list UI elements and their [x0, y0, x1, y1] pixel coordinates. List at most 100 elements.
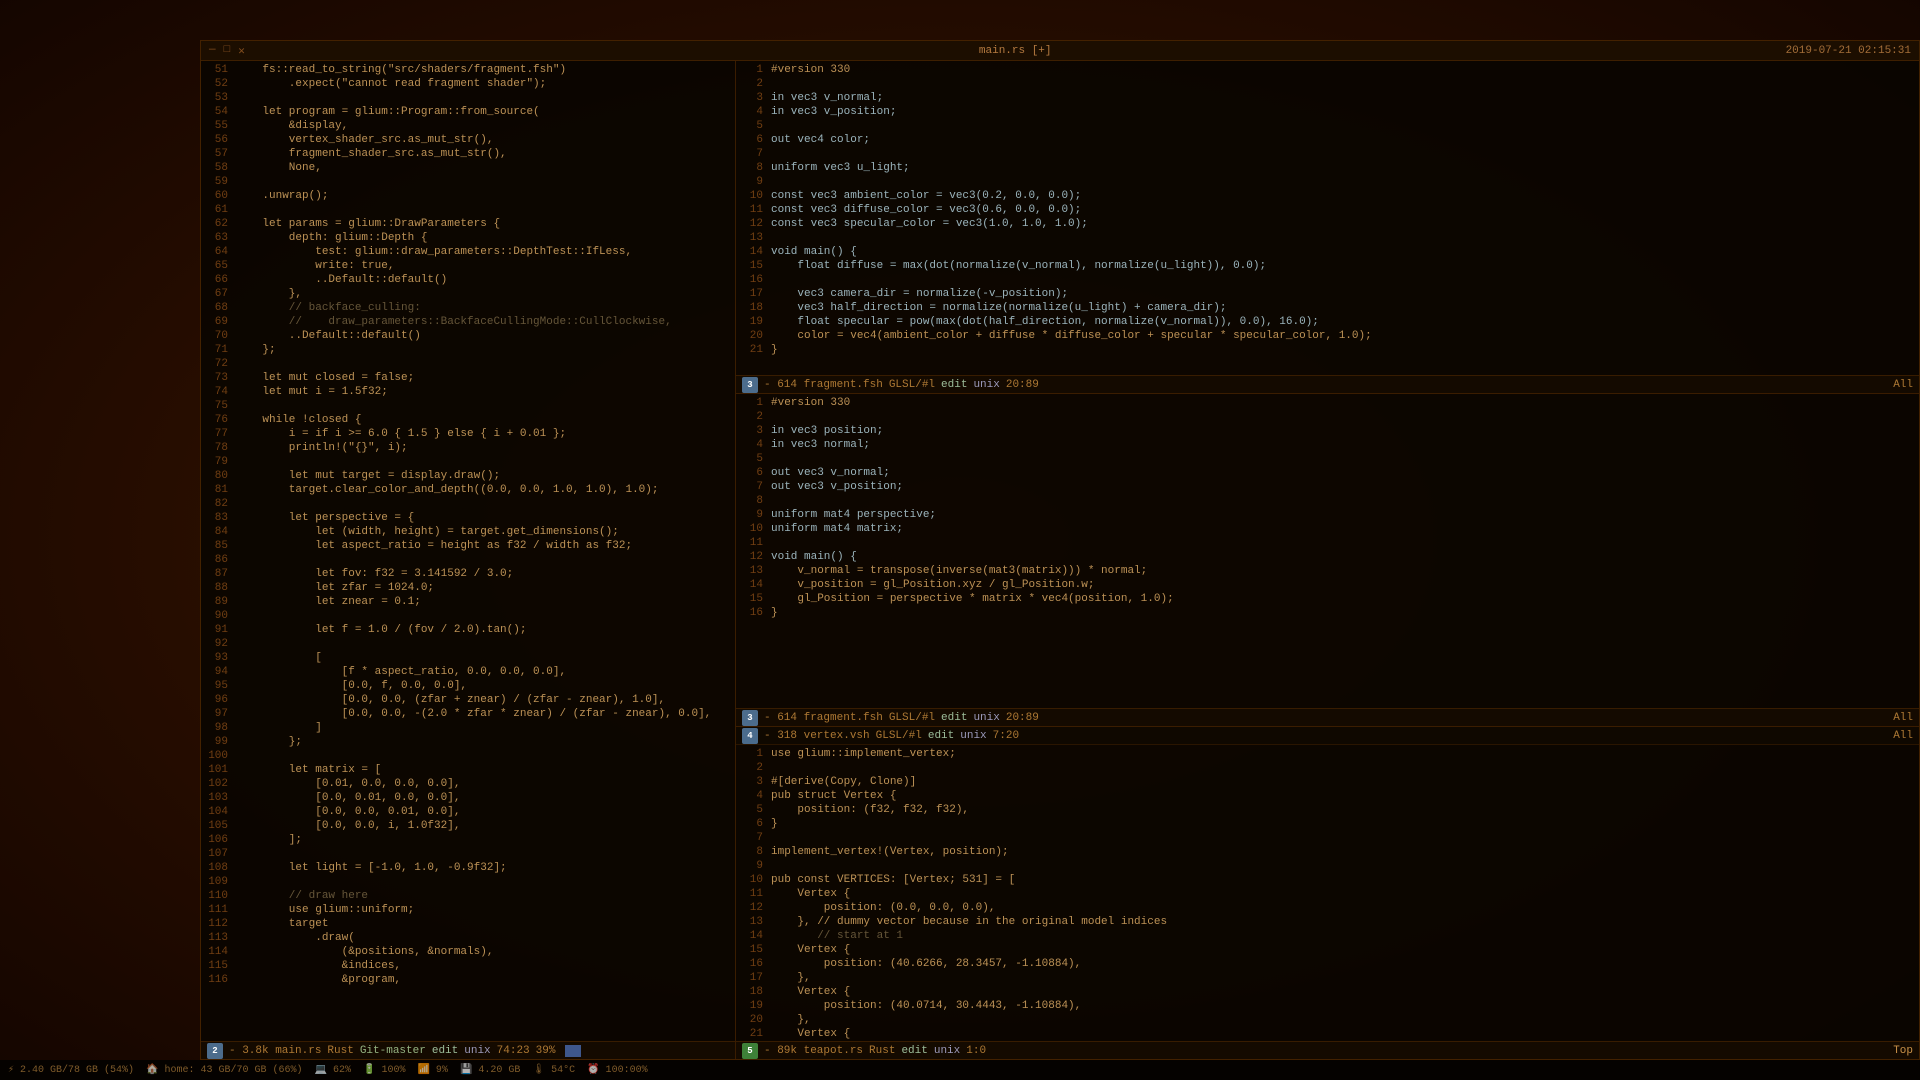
maximize-btn[interactable]: □ [224, 44, 231, 58]
code-line: 99 }; [201, 735, 735, 749]
line-content: in vec3 v_position; [771, 105, 896, 119]
code-line: 116 &program, [201, 973, 735, 987]
rm-file-info: - 614 fragment.fsh [764, 712, 883, 724]
code-line: 7 [736, 831, 1919, 845]
code-line: 73 let mut closed = false; [201, 371, 735, 385]
code-line: 13 v_normal = transpose(inverse(mat3(mat… [736, 564, 1919, 578]
code-line: 85 let aspect_ratio = height as f32 / wi… [201, 539, 735, 553]
code-line: 84 let (width, height) = target.get_dime… [201, 525, 735, 539]
sys-item-8: ⏰ 100:00% [587, 1064, 647, 1076]
line-content: }, [236, 287, 302, 301]
line-content: Vertex { [771, 1027, 850, 1041]
line-content: let perspective = { [236, 511, 414, 525]
code-line: 62 let params = glium::DrawParameters { [201, 217, 735, 231]
rb-mode: edit [928, 730, 954, 742]
line-content: use glium::implement_vertex; [771, 747, 956, 761]
code-line: 114 (&positions, &normals), [201, 945, 735, 959]
line-content: &indices, [236, 959, 401, 973]
window-title: main.rs [+] [979, 45, 1052, 57]
line-content: const vec3 diffuse_color = vec3(0.6, 0.0… [771, 203, 1081, 217]
code-line: 59 [201, 175, 735, 189]
vertex-vsh-code[interactable]: 1use glium::implement_vertex;23#[derive(… [736, 745, 1919, 1041]
sys-item-7: 🌡 54°C [532, 1064, 575, 1076]
code-line: 6out vec4 color; [736, 133, 1919, 147]
code-line: 76 while !closed { [201, 413, 735, 427]
code-line: 69 // draw_parameters::BackfaceCullingMo… [201, 315, 735, 329]
code-line: 110 // draw here [201, 889, 735, 903]
code-line: 74 let mut i = 1.5f32; [201, 385, 735, 399]
line-content: // draw here [236, 889, 368, 903]
line-content: pub const VERTICES: [Vertex; 531] = [ [771, 873, 1015, 887]
terminal-window: — □ ✕ main.rs [+] 2019-07-21 02:15:31 51… [200, 40, 1920, 1060]
code-line: 18 Vertex { [736, 985, 1919, 999]
line-content: [f * aspect_ratio, 0.0, 0.0, 0.0], [236, 665, 566, 679]
code-line: 3in vec3 v_normal; [736, 91, 1919, 105]
line-content: Vertex { [771, 985, 850, 999]
fragment-fsh-code-mid[interactable]: 1#version 33023in vec3 position;4in vec3… [736, 394, 1919, 708]
code-line: 4in vec3 v_position; [736, 105, 1919, 119]
code-line: 64 test: glium::draw_parameters::DepthTe… [201, 245, 735, 259]
line-content: Vertex { [771, 943, 850, 957]
code-line: 61 [201, 203, 735, 217]
code-line: 86 [201, 553, 735, 567]
pane-number-rm: 3 [742, 710, 758, 726]
pane-number-rb: 4 [742, 728, 758, 744]
line-content: }, [771, 971, 811, 985]
line-content: let mut target = display.draw(); [236, 469, 500, 483]
code-line: 9 [736, 859, 1919, 873]
right-top-status-bar: 3 - 614 fragment.fsh GLSL/#l edit unix 2… [736, 375, 1919, 393]
pane-number-rt: 3 [742, 377, 758, 393]
line-content: [0.0, 0.0, (zfar + znear) / (zfar - znea… [236, 693, 665, 707]
code-line: 5 [736, 452, 1919, 466]
code-line: 79 [201, 455, 735, 469]
code-line: 87 let fov: f32 = 3.141592 / 3.0; [201, 567, 735, 581]
left-encoding: unix [464, 1045, 490, 1057]
line-content: // draw_parameters::BackfaceCullingMode:… [236, 315, 672, 329]
right-top-pane: 1#version 33023in vec3 v_normal;4in vec3… [736, 61, 1919, 394]
rm-position: 20:89 [1006, 712, 1039, 724]
code-line: 1use glium::implement_vertex; [736, 747, 1919, 761]
code-line: 108 let light = [-1.0, 1.0, -0.9f32]; [201, 861, 735, 875]
line-content: write: true, [236, 259, 394, 273]
code-line: 16 position: (40.6266, 28.3457, -1.10884… [736, 957, 1919, 971]
rb-position: 7:20 [993, 730, 1019, 742]
line-content: // backface_culling: [236, 301, 421, 315]
code-line: 12const vec3 specular_color = vec3(1.0, … [736, 217, 1919, 231]
line-content: }, [771, 1013, 811, 1027]
code-line: 21 Vertex { [736, 1027, 1919, 1041]
fragment-fsh-code-top[interactable]: 1#version 33023in vec3 v_normal;4in vec3… [736, 61, 1919, 375]
rbb-mode: edit [901, 1045, 927, 1057]
rb-all: All [1893, 730, 1913, 742]
code-line: 11 Vertex { [736, 887, 1919, 901]
code-line: 52 .expect("cannot read fragment shader"… [201, 77, 735, 91]
line-content: target [236, 917, 328, 931]
main-rs-code[interactable]: 51 fs::read_to_string("src/shaders/fragm… [201, 61, 735, 1041]
code-line: 10pub const VERTICES: [Vertex; 531] = [ [736, 873, 1919, 887]
code-line: 10const vec3 ambient_color = vec3(0.2, 0… [736, 189, 1919, 203]
line-content: [0.0, 0.0, -(2.0 * zfar * znear) / (zfar… [236, 707, 711, 721]
sys-item-5: 📶 9% [417, 1064, 447, 1076]
line-content: i = if i >= 6.0 { 1.5 } else { i + 0.01 … [236, 427, 566, 441]
code-line: 55 &display, [201, 119, 735, 133]
line-content: } [771, 817, 778, 831]
rbb-file-info: - 89k teapot.rs [764, 1045, 863, 1057]
title-bar-controls: — □ ✕ [209, 44, 245, 58]
code-line: 12void main() { [736, 550, 1919, 564]
code-line: 65 write: true, [201, 259, 735, 273]
sys-item-1: ⚡ 2.40 GB/78 GB (54%) [8, 1064, 134, 1076]
sys-item-6: 💾 4.20 GB [460, 1064, 520, 1076]
minimize-btn[interactable]: — [209, 44, 216, 58]
code-line: 112 target [201, 917, 735, 931]
line-content: [0.0, 0.0, i, 1.0f32], [236, 819, 460, 833]
close-btn[interactable]: ✕ [238, 44, 245, 58]
line-content: (&positions, &normals), [236, 945, 493, 959]
line-content: out vec3 v_position; [771, 480, 903, 494]
left-position: 74:23 [497, 1045, 530, 1057]
line-content: Vertex { [771, 887, 850, 901]
code-line: 13 }, // dummy vector because in the ori… [736, 915, 1919, 929]
code-line: 113 .draw( [201, 931, 735, 945]
line-content: position: (40.6266, 28.3457, -1.10884), [771, 957, 1081, 971]
code-line: 111 use glium::uniform; [201, 903, 735, 917]
code-line: 63 depth: glium::Depth { [201, 231, 735, 245]
right-bot-status-bar: 5 - 89k teapot.rs Rust edit unix 1:0 Top [736, 1041, 1919, 1059]
